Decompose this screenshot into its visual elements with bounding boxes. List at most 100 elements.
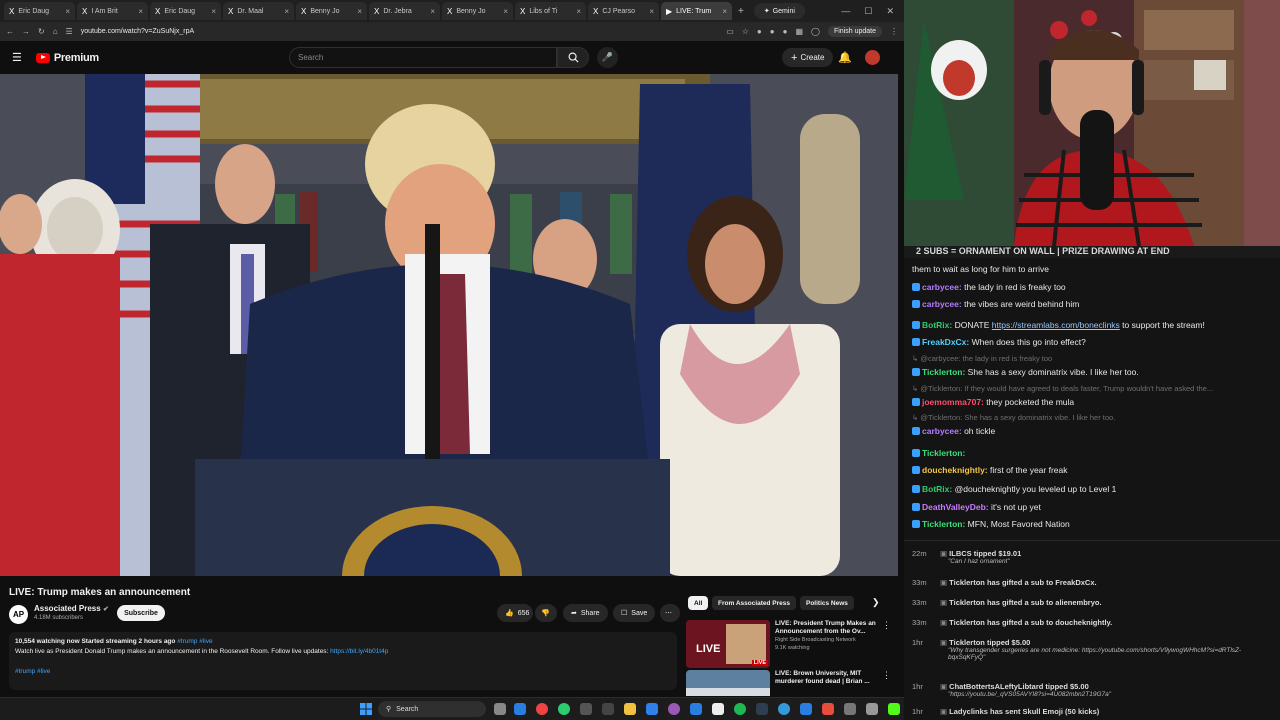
close-tab-icon[interactable]: × (284, 7, 289, 16)
chrome-icon[interactable] (536, 703, 548, 715)
dislike-button[interactable]: 👎 (535, 604, 557, 622)
channel-avatar[interactable]: AP (9, 605, 28, 624)
browser-tab[interactable]: ▶ LIVE: Trum × (661, 2, 732, 20)
close-window-icon[interactable]: ✕ (886, 6, 894, 17)
chat-username[interactable]: carbycee: (922, 299, 962, 309)
browser-tab[interactable]: X CJ Pearso × (588, 2, 659, 20)
browser-tab[interactable]: X Benny Jo × (442, 2, 513, 20)
close-tab-icon[interactable]: × (65, 7, 70, 16)
youtube-premium-logo[interactable]: Premium (35, 52, 99, 64)
browser-tab[interactable]: X Benny Jo × (296, 2, 367, 20)
browser-tab[interactable]: X Dr. Jebra × (369, 2, 440, 20)
task-view-icon[interactable] (494, 703, 506, 715)
app-icon[interactable] (822, 703, 834, 715)
app-icon[interactable] (602, 703, 614, 715)
close-tab-icon[interactable]: × (503, 7, 508, 16)
back-icon[interactable]: ← (6, 27, 14, 36)
app-icon[interactable] (646, 703, 658, 715)
windows-start-icon[interactable] (360, 703, 372, 715)
chat-username[interactable]: carbycee: (922, 282, 962, 292)
close-tab-icon[interactable]: × (211, 7, 216, 16)
app-icon[interactable] (690, 703, 702, 715)
puzzle-icon[interactable]: ▦ (795, 27, 803, 36)
edge-icon[interactable] (514, 703, 526, 715)
description-tags[interactable]: #trump #live (15, 667, 671, 677)
browser-tab[interactable]: X Eric Daug × (4, 2, 75, 20)
chip-politics-news[interactable]: Politics News (800, 596, 854, 610)
new-tab-icon[interactable]: + (738, 6, 744, 17)
create-button[interactable]: + Create (782, 48, 834, 67)
chat-username[interactable]: DeathValleyDeb: (922, 502, 989, 512)
description-inline-tags[interactable]: #trump #live (177, 638, 212, 645)
url-field[interactable]: youtube.com/watch?v=ZuSuNjx_rpA (81, 28, 194, 35)
video-description[interactable]: 10,554 watching now Started streaming 2 … (9, 632, 677, 690)
chat-username[interactable]: BotRix: (922, 320, 952, 330)
app-icon[interactable] (668, 703, 680, 715)
subscribe-button[interactable]: Subscribe (117, 605, 165, 621)
spotify-icon[interactable] (734, 703, 746, 715)
voice-search-button[interactable]: 🎤 (597, 47, 618, 68)
extension-icon[interactable]: ● (770, 27, 775, 36)
related-kebab-icon[interactable]: ⋮ (882, 670, 891, 696)
search-input[interactable]: Search (289, 47, 557, 68)
chevron-right-icon[interactable]: ❯ (872, 597, 880, 608)
related-video[interactable]: LIVE LIVE LIVE: President Trump Makes an… (686, 620, 891, 668)
channel-name[interactable]: Associated Press ✔ (34, 604, 109, 613)
hamburger-menu-icon[interactable]: ☰ (12, 51, 22, 64)
browser-tab[interactable]: XI Am Brit × (77, 2, 148, 20)
app-icon[interactable] (800, 703, 812, 715)
related-video[interactable]: LIVE: Brown University, MIT murderer fou… (686, 670, 891, 696)
finish-update-button[interactable]: Finish update (827, 26, 882, 37)
file-explorer-icon[interactable] (624, 703, 636, 715)
forward-icon[interactable]: → (22, 27, 30, 36)
close-tab-icon[interactable]: × (576, 7, 581, 16)
chat-username[interactable]: joemomma707: (922, 397, 984, 407)
chat-username[interactable]: FreakDxCx: (922, 337, 969, 347)
app-icon[interactable] (580, 703, 592, 715)
like-button[interactable]: 👍 656 (497, 604, 533, 622)
chrome-profile-icon[interactable] (558, 703, 570, 715)
chip-from-associated-press[interactable]: From Associated Press (712, 596, 797, 610)
close-tab-icon[interactable]: × (649, 7, 654, 16)
app-icon[interactable] (712, 703, 724, 715)
chip-all[interactable]: All (688, 596, 709, 610)
site-info-icon[interactable]: ☰ (66, 27, 73, 36)
kick-icon[interactable] (888, 703, 900, 715)
minimize-icon[interactable]: — (841, 6, 850, 17)
app-icon[interactable] (756, 703, 768, 715)
app-icon[interactable] (866, 703, 878, 715)
description-link[interactable]: https://bit.ly/4b01t4p (330, 648, 388, 655)
app-icon[interactable] (778, 703, 790, 715)
browser-tab[interactable]: X Eric Daug × (150, 2, 221, 20)
extension-icon[interactable]: ● (757, 27, 762, 36)
kebab-menu-icon[interactable]: ⋮ (890, 27, 898, 36)
chat-username[interactable]: carbycee: (922, 426, 962, 436)
more-actions-button[interactable]: ⋯ (660, 604, 680, 622)
notifications-bell-icon[interactable]: 🔔 (838, 51, 852, 64)
search-button[interactable] (557, 47, 589, 68)
chat-username[interactable]: doucheknightly: (922, 465, 988, 475)
chat-username[interactable]: BotRix: (922, 484, 952, 494)
account-avatar[interactable] (865, 50, 880, 65)
video-player[interactable] (0, 74, 898, 576)
maximize-icon[interactable]: ☐ (864, 6, 872, 17)
related-kebab-icon[interactable]: ⋮ (882, 620, 891, 668)
close-tab-icon[interactable]: × (430, 7, 435, 16)
browser-tab[interactable]: X Libs of Ti × (515, 2, 586, 20)
profile-icon[interactable]: ◯ (811, 27, 820, 36)
chat-username[interactable]: Ticklerton: (922, 519, 965, 529)
gemini-button[interactable]: ✦ Gemini (753, 3, 805, 19)
close-tab-icon[interactable]: × (357, 7, 362, 16)
save-button[interactable]: ☐ Save (613, 604, 656, 622)
share-button[interactable]: ➦ Share (563, 604, 608, 622)
reload-icon[interactable]: ↻ (38, 27, 45, 36)
app-icon[interactable] (844, 703, 856, 715)
home-icon[interactable]: ⌂ (53, 27, 58, 36)
chat-username[interactable]: Ticklerton: (922, 367, 965, 377)
cast-icon[interactable]: ▭ (726, 27, 734, 36)
extension-icon[interactable]: ● (783, 27, 788, 36)
bookmark-star-icon[interactable]: ☆ (742, 27, 749, 36)
close-tab-icon[interactable]: × (722, 7, 727, 16)
close-tab-icon[interactable]: × (138, 7, 143, 16)
chat-username[interactable]: Ticklerton: (922, 448, 965, 458)
